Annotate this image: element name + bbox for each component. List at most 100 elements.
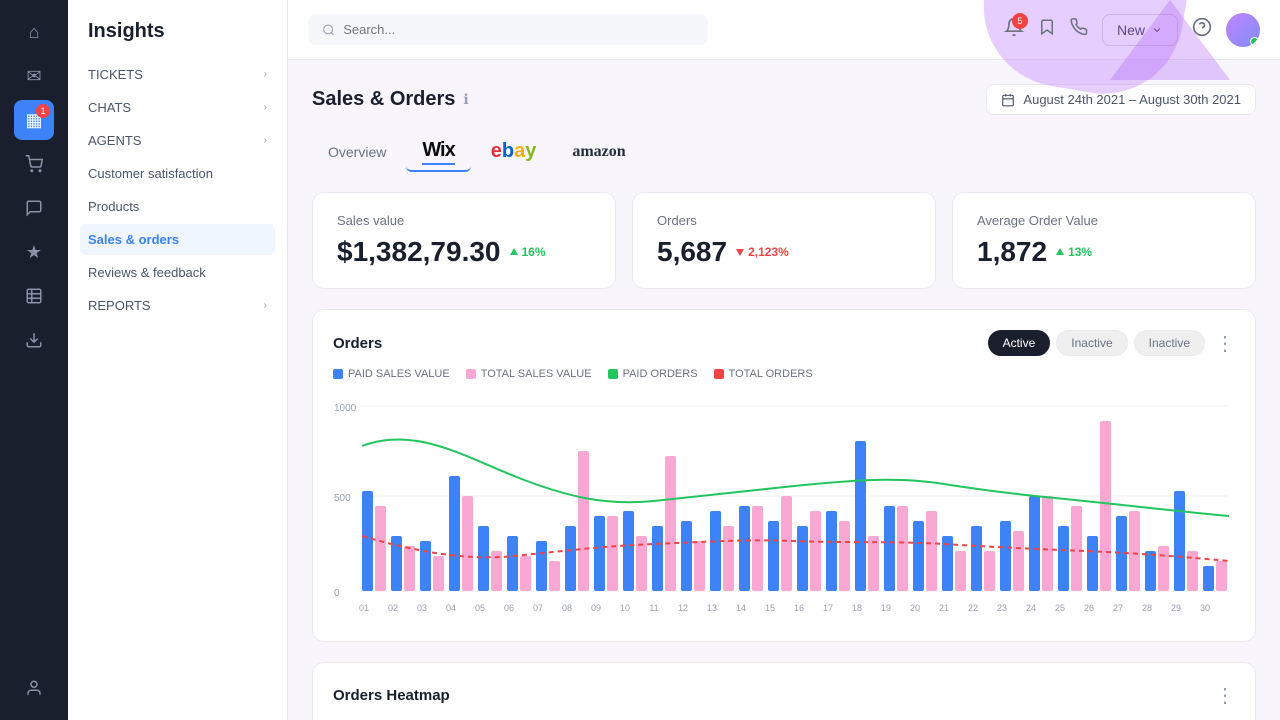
chats-chevron: ›: [264, 102, 267, 113]
svg-text:30: 30: [1200, 603, 1210, 613]
avatar[interactable]: [1226, 13, 1260, 47]
legend-total-sales: TOTAL SALES VALUE: [466, 368, 592, 380]
page-header: Sales & Orders ℹ August 24th 2021 – Augu…: [312, 84, 1256, 115]
stat-card-sales-value: Sales value $1,382,79.30 16%: [312, 192, 616, 289]
stat-label-sales: Sales value: [337, 213, 591, 228]
svg-text:0: 0: [334, 588, 340, 599]
svg-text:19: 19: [881, 603, 891, 613]
search-icon: [322, 23, 335, 37]
svg-text:28: 28: [1142, 603, 1152, 613]
heatmap-card: Orders Heatmap ⋮ Total orders received: [312, 662, 1256, 720]
orders-chart: 1000 500 0: [333, 396, 1235, 616]
svg-text:18: 18: [852, 603, 862, 613]
agents-chevron: ›: [264, 135, 267, 146]
sidebar-cart[interactable]: [14, 144, 54, 184]
tab-ebay[interactable]: ebay: [475, 136, 553, 167]
date-range-text: August 24th 2021 – August 30th 2021: [1023, 92, 1241, 107]
legend-dot-paid-sales: [333, 369, 343, 379]
sidebar-star[interactable]: ★: [14, 232, 54, 272]
up-arrow-icon: [509, 247, 519, 257]
up-arrow-icon-2: [1055, 247, 1065, 257]
svg-text:05: 05: [475, 603, 485, 613]
heatmap-more-icon[interactable]: ⋮: [1215, 683, 1235, 708]
svg-text:06: 06: [504, 603, 514, 613]
chart-title: Orders: [333, 335, 382, 352]
tab-wix[interactable]: Wix: [406, 131, 470, 172]
nav-products[interactable]: Products: [80, 191, 275, 222]
svg-text:22: 22: [968, 603, 978, 613]
topbar-actions: 5 New: [1004, 13, 1260, 47]
svg-text:23: 23: [997, 603, 1007, 613]
svg-text:02: 02: [388, 603, 398, 613]
topbar: 5 New: [288, 0, 1280, 60]
heatmap-title: Orders Heatmap: [333, 687, 450, 704]
filter-active[interactable]: Active: [988, 330, 1051, 356]
search-input[interactable]: [343, 22, 694, 37]
svg-text:12: 12: [678, 603, 688, 613]
stat-label-avg: Average Order Value: [977, 213, 1231, 228]
sidebar-table[interactable]: [14, 276, 54, 316]
tickets-chevron: ›: [264, 69, 267, 80]
stat-change-sales: 16%: [509, 245, 546, 259]
svg-text:09: 09: [591, 603, 601, 613]
date-range-filter[interactable]: August 24th 2021 – August 30th 2021: [986, 84, 1256, 115]
svg-text:26: 26: [1084, 603, 1094, 613]
stat-value-avg: 1,872 13%: [977, 236, 1231, 268]
svg-text:04: 04: [446, 603, 456, 613]
info-icon[interactable]: ℹ: [463, 91, 468, 108]
stat-change-orders: 2,123%: [735, 245, 789, 259]
tab-amazon[interactable]: amazon: [556, 139, 641, 165]
svg-text:24: 24: [1026, 603, 1036, 613]
sidebar-chat[interactable]: [14, 188, 54, 228]
sidebar-home[interactable]: ⌂: [14, 12, 54, 52]
sidebar-chart[interactable]: ▦ 1: [14, 100, 54, 140]
svg-text:17: 17: [823, 603, 833, 613]
sidebar-download[interactable]: [14, 320, 54, 360]
new-button[interactable]: New: [1102, 14, 1178, 46]
help-icon[interactable]: [1192, 17, 1212, 42]
notification-bell[interactable]: 5: [1004, 17, 1024, 42]
nav-reviews-feedback[interactable]: Reviews & feedback: [80, 257, 275, 288]
svg-text:15: 15: [765, 603, 775, 613]
stats-row: Sales value $1,382,79.30 16% Orders 5,68…: [312, 192, 1256, 289]
svg-text:25: 25: [1055, 603, 1065, 613]
app-title: Insights: [68, 20, 287, 59]
stat-value-orders: 5,687 2,123%: [657, 236, 911, 268]
svg-text:14: 14: [736, 603, 746, 613]
svg-text:07: 07: [533, 603, 543, 613]
nav-customer-satisfaction[interactable]: Customer satisfaction: [80, 158, 275, 189]
nav-agents[interactable]: AGENTS ›: [80, 125, 275, 156]
wix-logo: Wix: [422, 139, 454, 165]
stat-label-orders: Orders: [657, 213, 911, 228]
filter-inactive-2[interactable]: Inactive: [1134, 330, 1205, 356]
stat-card-orders: Orders 5,687 2,123%: [632, 192, 936, 289]
search-box[interactable]: [308, 14, 708, 45]
phone-icon[interactable]: [1070, 18, 1088, 41]
tab-overview[interactable]: Overview: [312, 136, 402, 168]
legend-dot-total-sales: [466, 369, 476, 379]
chart-header: Orders Active Inactive Inactive ⋮: [333, 330, 1235, 356]
nav-sidebar: Insights TICKETS › CHATS › AGENTS › Cust…: [68, 0, 288, 720]
chart-more-icon[interactable]: ⋮: [1215, 331, 1235, 356]
svg-text:13: 13: [707, 603, 717, 613]
nav-reports[interactable]: REPORTS ›: [80, 290, 275, 321]
sidebar-user[interactable]: [14, 668, 54, 708]
legend-paid-sales: PAID SALES VALUE: [333, 368, 450, 380]
stat-card-avg-order: Average Order Value 1,872 13%: [952, 192, 1256, 289]
chart-legend: PAID SALES VALUE TOTAL SALES VALUE PAID …: [333, 368, 1235, 380]
sidebar-mail[interactable]: ✉: [14, 56, 54, 96]
filter-inactive-1[interactable]: Inactive: [1056, 330, 1127, 356]
legend-dot-paid-orders: [608, 369, 618, 379]
chart-filters: Active Inactive Inactive: [988, 330, 1205, 356]
nav-chats[interactable]: CHATS ›: [80, 92, 275, 123]
chart-badge: 1: [36, 104, 50, 118]
nav-sales-orders[interactable]: Sales & orders: [80, 224, 275, 255]
stat-change-avg: 13%: [1055, 245, 1092, 259]
svg-text:29: 29: [1171, 603, 1181, 613]
svg-text:16: 16: [794, 603, 804, 613]
ebay-logo: ebay: [491, 140, 537, 162]
main-content: 5 New Sales & Orders: [288, 0, 1280, 720]
bookmark-icon[interactable]: [1038, 18, 1056, 41]
nav-tickets[interactable]: TICKETS ›: [80, 59, 275, 90]
svg-text:11: 11: [649, 603, 658, 613]
